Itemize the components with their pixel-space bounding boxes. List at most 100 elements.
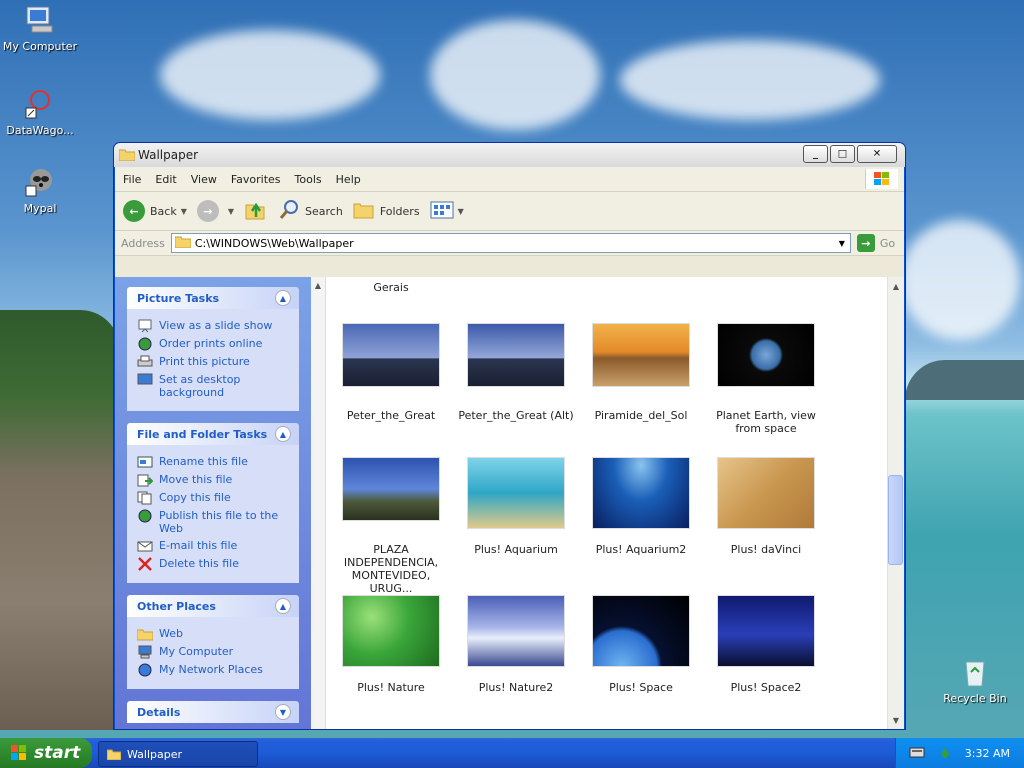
- recycle-bin-icon: [959, 656, 991, 688]
- desktop-icon-recycle-bin[interactable]: Recycle Bin: [935, 656, 1015, 705]
- folders-button[interactable]: Folders: [353, 200, 420, 223]
- picture-tasks-pane: Picture Tasks ▲ View as a slide show Ord…: [127, 287, 299, 411]
- keyboard-icon[interactable]: [909, 746, 925, 761]
- scroll-up-icon[interactable]: ▲: [312, 279, 324, 291]
- folder-icon: [118, 148, 136, 162]
- chevron-up-icon[interactable]: ▲: [275, 598, 291, 614]
- desktop-island: [0, 310, 120, 730]
- task-publish[interactable]: Publish this file to the Web: [137, 509, 291, 535]
- menu-file[interactable]: File: [123, 173, 141, 186]
- desktop-icon-datawagon[interactable]: DataWago...: [0, 88, 80, 137]
- desktop-icon-label: DataWago...: [6, 124, 74, 137]
- scrollbar-thumb[interactable]: [888, 475, 903, 565]
- menu-edit[interactable]: Edit: [155, 173, 176, 186]
- scroll-down-icon[interactable]: ▼: [890, 714, 902, 726]
- other-places-pane: Other Places ▲ Web My Computer My Networ…: [127, 595, 299, 689]
- start-button[interactable]: start: [0, 738, 92, 768]
- other-places-header[interactable]: Other Places ▲: [127, 595, 299, 617]
- address-input[interactable]: C:\WINDOWS\Web\Wallpaper ▼: [170, 233, 851, 253]
- file-item[interactable]: Plus! Aquarium: [456, 457, 576, 556]
- chevron-up-icon[interactable]: ▲: [275, 290, 291, 306]
- address-dropdown-button[interactable]: ▼: [834, 234, 850, 252]
- file-item[interactable]: Piramide_del_Sol: [581, 323, 701, 422]
- file-item[interactable]: Plus! Nature: [331, 595, 451, 694]
- task-label: Move this file: [159, 473, 233, 486]
- task-rename[interactable]: Rename this file: [137, 455, 291, 469]
- address-value: C:\WINDOWS\Web\Wallpaper: [194, 236, 354, 250]
- maximize-button[interactable]: □: [830, 145, 855, 163]
- place-web[interactable]: Web: [136, 627, 291, 641]
- file-tasks-header[interactable]: File and Folder Tasks ▲: [127, 423, 299, 445]
- file-item[interactable]: Plus! Nature2: [456, 595, 576, 694]
- system-tray: 3:32 AM: [895, 738, 1024, 768]
- file-caption: Piramide_del_Sol: [594, 409, 688, 422]
- cloud: [430, 20, 600, 130]
- title-bar[interactable]: Wallpaper _ □ ✕: [114, 143, 905, 167]
- task-copy[interactable]: Copy this file: [137, 491, 291, 505]
- views-button[interactable]: ▼: [430, 200, 464, 223]
- network-icon: [137, 663, 153, 677]
- task-set-background[interactable]: Set as desktop background: [137, 373, 291, 399]
- file-item[interactable]: PLAZA INDEPENDENCIA, MONTEVIDEO, URUG...: [331, 457, 451, 595]
- close-button[interactable]: ✕: [857, 145, 897, 163]
- task-label: Web: [159, 627, 183, 640]
- task-slideshow[interactable]: View as a slide show: [137, 319, 291, 333]
- folders-label: Folders: [379, 204, 420, 218]
- file-caption: Plus! Nature2: [478, 681, 554, 694]
- search-button[interactable]: Search: [278, 199, 343, 224]
- left-scrollbar[interactable]: ▲: [311, 277, 326, 729]
- file-item[interactable]: Peter_the_Great: [331, 323, 451, 422]
- desktop-icon-mypal[interactable]: Mypal: [0, 166, 80, 215]
- chevron-up-icon[interactable]: ▲: [275, 426, 291, 442]
- chevron-down-icon: ▼: [227, 206, 235, 216]
- cloud: [160, 30, 380, 120]
- menu-help[interactable]: Help: [336, 173, 361, 186]
- file-view[interactable]: ▲ Gerais Peter_the_Great Peter_the_Great…: [311, 277, 904, 729]
- place-my-computer[interactable]: My Computer: [137, 645, 291, 659]
- thumbnail-image: [717, 457, 815, 529]
- go-button[interactable]: → Go: [856, 234, 896, 252]
- back-button[interactable]: ← Back ▼: [123, 200, 187, 222]
- safely-remove-icon[interactable]: [937, 745, 953, 762]
- file-caption: Plus! Space2: [730, 681, 802, 694]
- task-order-prints[interactable]: Order prints online: [137, 337, 291, 351]
- minimize-button[interactable]: _: [803, 145, 828, 163]
- vertical-scrollbar[interactable]: ▲ ▼: [887, 277, 904, 729]
- task-label: My Network Places: [159, 663, 263, 676]
- go-label: Go: [879, 236, 896, 250]
- desktop-background-icon: [137, 373, 153, 387]
- task-pane: Picture Tasks ▲ View as a slide show Ord…: [115, 277, 311, 729]
- minimize-icon: _: [813, 148, 818, 160]
- window-client: File Edit View Favorites Tools Help ← Ba…: [115, 167, 904, 729]
- file-item[interactable]: Plus! Space: [581, 595, 701, 694]
- delete-x-icon: [137, 557, 153, 571]
- folder-icon: [106, 748, 122, 761]
- email-icon: [137, 539, 153, 553]
- menu-view[interactable]: View: [191, 173, 217, 186]
- task-move[interactable]: Move this file: [137, 473, 291, 487]
- forward-button[interactable]: → ▼: [196, 200, 235, 222]
- task-label: Order prints online: [159, 337, 263, 350]
- details-header[interactable]: Details ▼: [127, 701, 299, 723]
- menu-favorites[interactable]: Favorites: [231, 173, 281, 186]
- clock[interactable]: 3:32 AM: [965, 747, 1010, 760]
- file-item[interactable]: Plus! Space2: [706, 595, 826, 694]
- file-item[interactable]: Planet Earth, view from space: [706, 323, 826, 435]
- desktop-icon-my-computer[interactable]: My Computer: [0, 4, 80, 53]
- up-button[interactable]: [244, 199, 268, 224]
- task-print[interactable]: Print this picture: [137, 355, 291, 369]
- task-delete[interactable]: Delete this file: [137, 557, 291, 571]
- menu-tools[interactable]: Tools: [295, 173, 322, 186]
- file-item[interactable]: Plus! Aquarium2: [581, 457, 701, 556]
- scroll-up-icon[interactable]: ▲: [890, 280, 902, 292]
- chevron-down-icon[interactable]: ▼: [275, 704, 291, 720]
- thumbnail-image: [342, 323, 440, 387]
- picture-tasks-header[interactable]: Picture Tasks ▲: [127, 287, 299, 309]
- place-network[interactable]: My Network Places: [137, 663, 291, 677]
- file-item[interactable]: Plus! daVinci: [706, 457, 826, 556]
- task-email[interactable]: E-mail this file: [137, 539, 291, 553]
- chevron-down-icon: ▼: [180, 206, 187, 216]
- taskbar-window-button[interactable]: Wallpaper: [98, 741, 258, 767]
- file-caption: Peter_the_Great: [346, 409, 436, 422]
- file-item[interactable]: Peter_the_Great (Alt): [456, 323, 576, 422]
